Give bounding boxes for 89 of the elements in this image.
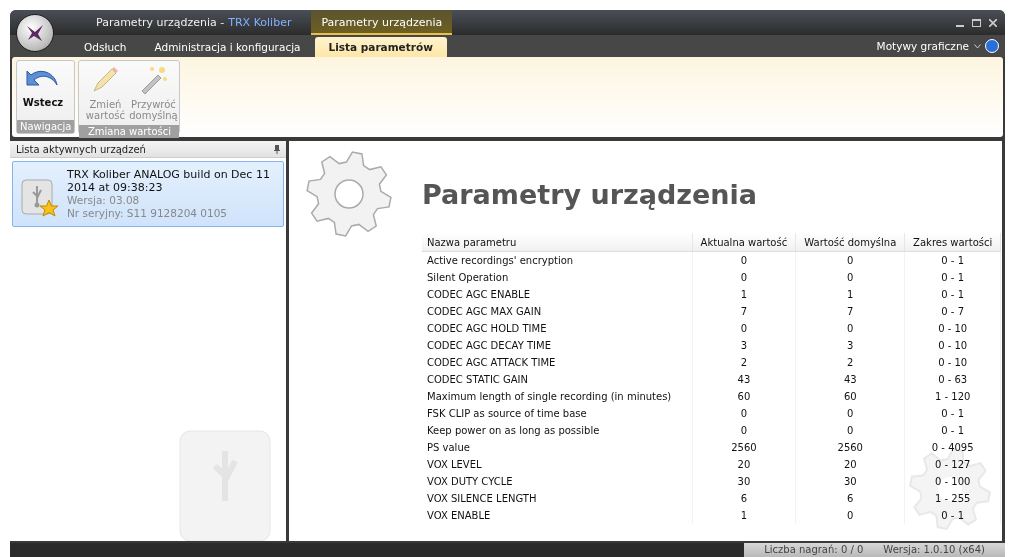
- table-cell: 0 - 10: [904, 337, 1001, 354]
- table-cell: 60: [795, 388, 905, 405]
- table-cell: 0 - 10: [904, 354, 1001, 371]
- table-cell: 0: [795, 269, 905, 286]
- table-cell: VOX DUTY CYCLE: [422, 473, 693, 490]
- table-cell: CODEC STATIC GAIN: [422, 371, 693, 388]
- table-cell: 1: [692, 286, 796, 303]
- table-cell: 43: [795, 371, 905, 388]
- table-cell: 0 - 1: [904, 251, 1001, 269]
- table-cell: 30: [692, 473, 796, 490]
- table-cell: 1 - 120: [904, 388, 1001, 405]
- panel-title: Lista aktywnych urządzeń: [16, 143, 146, 155]
- table-cell: 0: [795, 251, 905, 269]
- app-logo[interactable]: [16, 14, 54, 52]
- table-cell: 1: [795, 286, 905, 303]
- table-cell: 0 - 10: [904, 320, 1001, 337]
- group-label: Zmiana wartości: [79, 125, 180, 138]
- table-cell: 2: [692, 354, 796, 371]
- table-cell: 0: [692, 251, 796, 269]
- themes-menu[interactable]: Motywy graficzne: [876, 40, 969, 52]
- table-cell: 0 - 7: [904, 303, 1001, 320]
- device-serial: Nr seryjny: S11 9128204 0105: [67, 207, 229, 220]
- table-cell: 0: [795, 422, 905, 439]
- table-cell: 2: [795, 354, 905, 371]
- status-text: Wersja: 1.0.10 (x64): [883, 543, 985, 557]
- ribbon-tab[interactable]: Lista parametrów: [314, 37, 447, 57]
- table-cell: 0: [692, 320, 796, 337]
- table-cell: 7: [692, 303, 796, 320]
- table-cell: Keep power on as long as possible: [422, 422, 693, 439]
- table-cell: 0 - 1: [904, 269, 1001, 286]
- table-cell: 20: [692, 456, 796, 473]
- device-item[interactable]: TRX Koliber ANALOG build on Dec 11 2014 at 09:38:23 Wersja: 03.08 Nr seryjny: S11 9128204 0105: [12, 161, 284, 227]
- table-cell: 30: [795, 473, 905, 490]
- ribbon-button[interactable]: Wstecz: [19, 63, 67, 118]
- table-cell: VOX SILENCE LENGTH: [422, 490, 693, 507]
- table-cell: 2560: [692, 439, 796, 456]
- device-version: Wersja: 03.08: [67, 194, 141, 207]
- table-cell: 0 - 1: [904, 286, 1001, 303]
- window-title: Parametry urządzenia -: [96, 16, 225, 29]
- table-cell: 3: [795, 337, 905, 354]
- table-cell: CODEC AGC ATTACK TIME: [422, 354, 693, 371]
- ribbon-tab[interactable]: Odsłuch: [70, 37, 141, 57]
- table-cell: 0: [795, 405, 905, 422]
- table-cell: 3: [692, 337, 796, 354]
- table-cell: VOX LEVEL: [422, 456, 693, 473]
- column-header[interactable]: Nazwa parametru: [422, 233, 693, 252]
- table-cell: CODEC AGC DECAY TIME: [422, 337, 693, 354]
- column-header[interactable]: Zakres wartości: [904, 233, 1001, 252]
- table-cell: 0: [795, 507, 905, 524]
- table-cell: 60: [692, 388, 796, 405]
- pin-icon[interactable]: [274, 144, 280, 154]
- status-text: Liczba nagrań: 0 / 0: [764, 543, 864, 557]
- device-name: TRX Koliber ANALOG build on Dec 11 2014 at 09:38:23: [67, 168, 271, 194]
- table-cell: Active recordings' encryption: [422, 251, 693, 269]
- table-cell: PS value: [422, 439, 693, 456]
- table-cell: 7: [795, 303, 905, 320]
- table-cell: 0 - 63: [904, 371, 1001, 388]
- table-cell: 6: [795, 490, 905, 507]
- chevron-down-icon[interactable]: [974, 43, 981, 49]
- pencil-icon: [90, 65, 121, 95]
- close-icon[interactable]: [989, 18, 997, 27]
- column-header[interactable]: Aktualna wartość: [692, 233, 796, 252]
- maximize-icon[interactable]: [972, 18, 981, 27]
- table-cell: 0: [795, 320, 905, 337]
- usb-drive-star-icon: [19, 178, 59, 218]
- table-cell: 0 - 1: [904, 405, 1001, 422]
- table-cell: Silent Operation: [422, 269, 693, 286]
- table-cell: CODEC AGC HOLD TIME: [422, 320, 693, 337]
- table-cell: 6: [692, 490, 796, 507]
- column-header[interactable]: Wartość domyślna: [795, 233, 905, 252]
- help-icon[interactable]: [985, 39, 999, 53]
- table-cell: 2560: [795, 439, 905, 456]
- ribbon-tab[interactable]: Administracja i konfiguracja: [140, 37, 315, 57]
- table-cell: VOX ENABLE: [422, 507, 693, 524]
- group-label: Nawigacja: [17, 120, 75, 133]
- table-cell: CODEC AGC MAX GAIN: [422, 303, 693, 320]
- table-cell: 0: [692, 422, 796, 439]
- table-cell: 20: [795, 456, 905, 473]
- table-cell: 0 - 1: [904, 422, 1001, 439]
- table-cell: FSK CLIP as source of time base: [422, 405, 693, 422]
- table-cell: CODEC AGC ENABLE: [422, 286, 693, 303]
- table-cell: 1: [692, 507, 796, 524]
- table-cell: 43: [692, 371, 796, 388]
- table-cell: 0: [692, 405, 796, 422]
- app-name: TRX Koliber: [228, 16, 292, 29]
- table-cell: 0: [692, 269, 796, 286]
- context-tab-label: Parametry urządzenia: [311, 10, 453, 35]
- table-cell: Maximum length of single recording (in minutes): [422, 388, 693, 405]
- page-heading: Parametry urządzenia: [422, 178, 757, 210]
